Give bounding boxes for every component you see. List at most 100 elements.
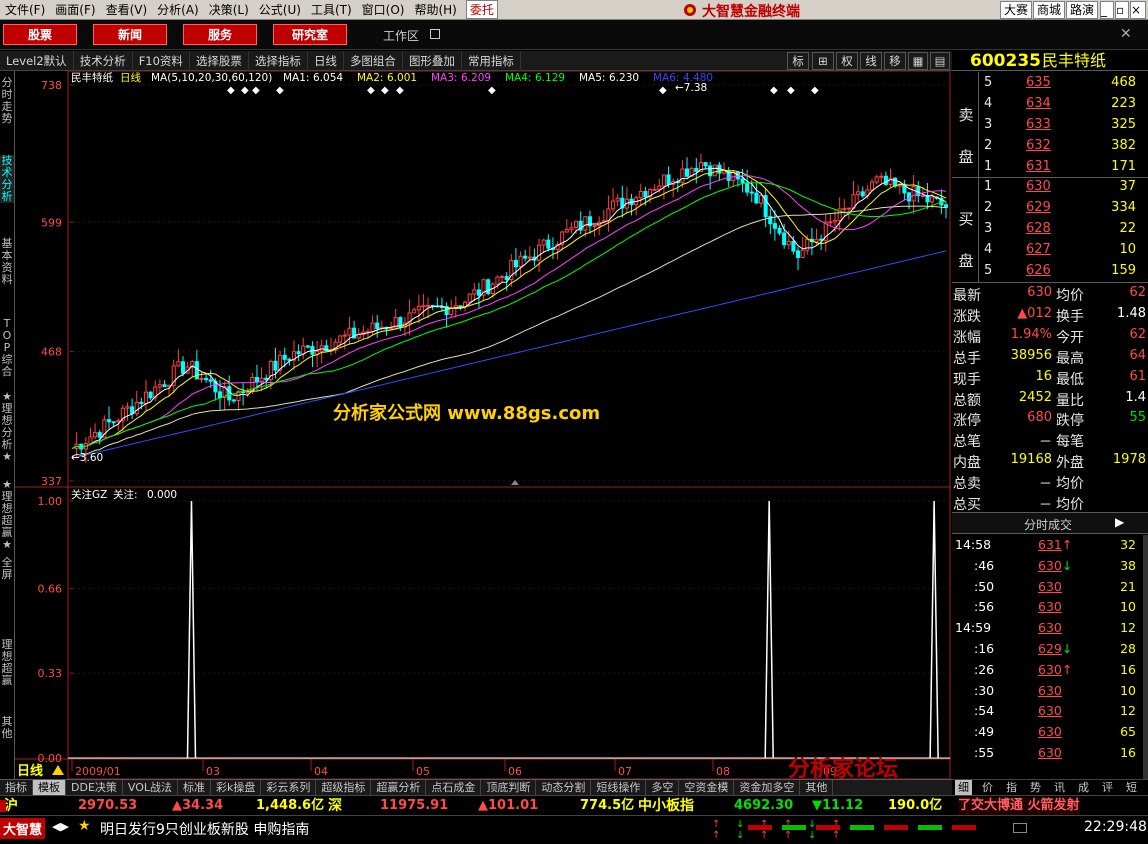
crosshair-icon[interactable]: ⊞: [812, 52, 834, 70]
indicator-tab-6[interactable]: 彩云系列: [261, 779, 317, 796]
event-marker-icon[interactable]: ◆: [381, 85, 389, 96]
right-tab-5[interactable]: 成: [1075, 780, 1092, 795]
sell-row[interactable]: 3 633 325: [952, 115, 1148, 136]
menu-decision[interactable]: 决策(L): [204, 1, 254, 18]
level2-default-item[interactable]: Level2默认: [0, 50, 74, 71]
index-name[interactable]: 沪: [4, 797, 18, 815]
news-ticker[interactable]: 明日发行9只创业板新股 申购指南: [100, 819, 309, 839]
left-tab-5[interactable]: ★理想超赢★: [0, 479, 14, 551]
restore-icon[interactable]: ▫: [1115, 1, 1129, 19]
left-tab-2[interactable]: 基本资料: [0, 238, 14, 286]
multi-chart-item[interactable]: 多图组合: [344, 50, 403, 71]
close-icon[interactable]: ×: [1130, 1, 1146, 19]
ticks-header[interactable]: 分时成交 ▶: [952, 512, 1148, 534]
chart-area[interactable]: 民丰特纸 日线 MA(5,10,20,30,60,120) MA1: 6.054 MA2:…: [15, 71, 951, 779]
mark-button[interactable]: 标: [787, 52, 809, 70]
indicator-tab-11[interactable]: 动态分割: [536, 779, 592, 796]
right-tab-6[interactable]: 评: [1099, 780, 1116, 795]
left-tab-6[interactable]: 全屏: [0, 557, 14, 581]
indicator-tab-1[interactable]: 模板: [33, 779, 66, 796]
rights-button[interactable]: 权: [836, 52, 858, 70]
select-indicator-item[interactable]: 选择指标: [249, 50, 308, 71]
indicator-tab-13[interactable]: 多空: [646, 779, 680, 796]
sell-row[interactable]: 1 631 171: [952, 157, 1148, 178]
indicator-tab-2[interactable]: DDE决策: [66, 779, 123, 796]
event-marker-icon[interactable]: ◆: [659, 85, 667, 96]
buy-row[interactable]: 4 627 10: [952, 240, 1148, 261]
menu-formula[interactable]: 公式(U): [254, 1, 306, 18]
left-tab-0[interactable]: 分时走势: [0, 77, 14, 125]
ticks-scrollbar[interactable]: [1143, 535, 1148, 779]
left-tab-8[interactable]: 其他: [0, 716, 14, 740]
common-indicator-item[interactable]: 常用指标: [462, 50, 521, 71]
left-tab-3[interactable]: TOP综合: [0, 318, 14, 378]
right-tab-7[interactable]: 短: [1123, 780, 1140, 795]
period-label[interactable]: 日线: [17, 763, 43, 779]
workarea-checkbox[interactable]: [430, 29, 440, 39]
left-tab-7[interactable]: 理想超赢: [0, 639, 14, 687]
sell-row[interactable]: 2 632 382: [952, 136, 1148, 157]
event-marker-icon[interactable]: ◆: [227, 85, 235, 96]
buy-row[interactable]: 5 626 159: [952, 261, 1148, 282]
menu-screen[interactable]: 画面(F): [50, 1, 100, 18]
keyboard-icon[interactable]: [1013, 823, 1027, 833]
right-tab-4[interactable]: 讯: [1051, 780, 1068, 795]
left-tab-4[interactable]: ★理想分析★: [0, 391, 14, 463]
indicator-tab-4[interactable]: 标准: [178, 779, 212, 796]
nav-arrows-icon[interactable]: ◀▶: [52, 820, 69, 833]
event-marker-icon[interactable]: ◆: [787, 85, 795, 96]
minimize-icon[interactable]: _: [1100, 1, 1114, 19]
event-marker-icon[interactable]: ◆: [276, 85, 284, 96]
menu-view[interactable]: 查看(V): [101, 1, 153, 18]
event-marker-icon[interactable]: ◆: [241, 85, 249, 96]
right-tab-1[interactable]: 价: [979, 780, 996, 795]
menu-window[interactable]: 窗口(O): [357, 1, 410, 18]
entrust-button[interactable]: 委托: [465, 0, 498, 19]
menu-tools[interactable]: 工具(T): [306, 1, 357, 18]
right-tab-3[interactable]: 势: [1027, 780, 1044, 795]
stocks-button[interactable]: 股票: [3, 24, 77, 45]
grid-icon[interactable]: ▤: [930, 52, 950, 70]
close-panel-icon[interactable]: ✕: [1120, 26, 1140, 44]
select-stock-item[interactable]: 选择股票: [190, 50, 249, 71]
indicator-tab-0[interactable]: 指标: [0, 779, 33, 796]
f10-item[interactable]: F10资料: [133, 50, 190, 71]
sell-row[interactable]: 4 634 223: [952, 94, 1148, 115]
indicator-tab-3[interactable]: VOL战法: [123, 779, 179, 796]
event-marker-icon[interactable]: ◆: [252, 85, 260, 96]
indicator-tab-16[interactable]: 其他: [800, 779, 834, 796]
tech-analysis-item[interactable]: 技术分析: [74, 50, 133, 71]
menu-help[interactable]: 帮助(H): [409, 1, 461, 18]
menu-analysis[interactable]: 分析(A): [152, 1, 204, 18]
pane-resize-icon[interactable]: [511, 480, 519, 485]
indicator-tab-8[interactable]: 超赢分析: [371, 779, 427, 796]
overlay-item[interactable]: 图形叠加: [403, 50, 462, 71]
daily-line-item[interactable]: 日线: [308, 50, 344, 71]
indicator-tab-9[interactable]: 点石成金: [426, 779, 482, 796]
indicator-tab-12[interactable]: 短线操作: [591, 779, 647, 796]
menu-file[interactable]: 文件(F): [0, 1, 50, 18]
news-button[interactable]: 新闻: [93, 24, 167, 45]
event-marker-icon[interactable]: ◆: [367, 85, 375, 96]
move-button[interactable]: 移: [884, 52, 906, 70]
indicator-tab-15[interactable]: 资金加多空: [734, 779, 801, 796]
index-name[interactable]: 中小板指: [638, 797, 694, 815]
event-marker-icon[interactable]: ◆: [770, 85, 778, 96]
right-tab-0[interactable]: 细: [955, 780, 972, 795]
research-button[interactable]: 研究室: [273, 24, 347, 45]
index-name[interactable]: 深: [328, 797, 342, 815]
expand-icon[interactable]: ▶: [1115, 515, 1124, 529]
indicator-tab-7[interactable]: 超级指标: [316, 779, 372, 796]
buy-row[interactable]: 1 630 37: [952, 177, 1148, 198]
workarea-label[interactable]: 工作区: [383, 27, 419, 44]
service-button[interactable]: 服务: [183, 24, 257, 45]
indicator-tab-10[interactable]: 顶底判断: [481, 779, 537, 796]
layout-icon[interactable]: ▦: [908, 52, 928, 70]
sell-row[interactable]: 5 635 468: [952, 73, 1148, 94]
period-toggle-icon[interactable]: [52, 765, 64, 775]
event-marker-icon[interactable]: ◆: [396, 85, 404, 96]
line-button[interactable]: 线: [860, 52, 882, 70]
indicator-tab-5[interactable]: 彩k操盘: [211, 779, 262, 796]
event-marker-icon[interactable]: ◆: [488, 85, 496, 96]
ticker-right[interactable]: 了交大博通 火箭发射: [958, 797, 1080, 815]
